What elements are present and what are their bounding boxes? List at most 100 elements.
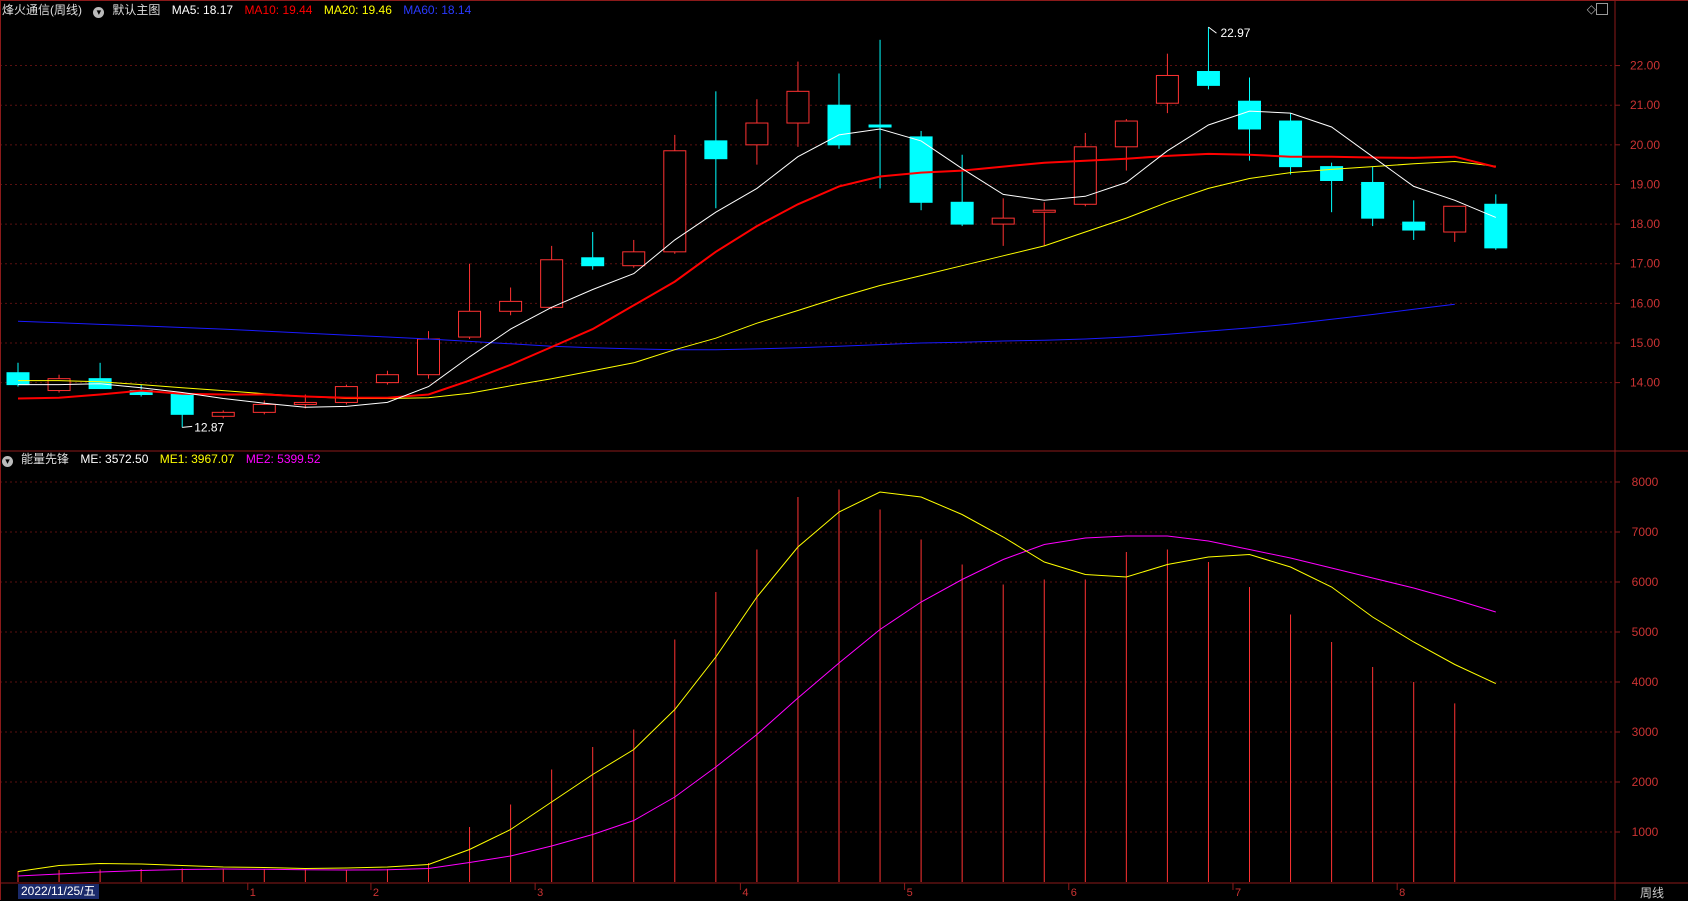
- candle: [1402, 200, 1426, 240]
- candle-body-up: [1073, 146, 1097, 205]
- sub-indicator-header: ▾ 能量先锋 ME: 3572.50 ME1: 3967.07 ME2: 5399…: [2, 451, 329, 467]
- me2-label: ME2: 5399.52: [245, 452, 321, 466]
- candle-body-down: [1238, 100, 1261, 130]
- candle-body-down: [581, 257, 605, 267]
- candle: [211, 410, 235, 419]
- candle-body-down: [704, 140, 728, 160]
- low-marker: [182, 425, 193, 428]
- candle: [47, 374, 71, 393]
- me-label: ME: 3572.50: [80, 452, 149, 466]
- low-annotation: 12.87: [194, 420, 224, 434]
- candle-body-up: [417, 338, 440, 376]
- candle-body-up: [499, 300, 523, 312]
- candle-body-up: [540, 259, 564, 308]
- window-square-icon[interactable]: [1596, 3, 1608, 15]
- candle: [704, 91, 728, 209]
- chart-canvas: 22.97 12.87 14.00 15.00 16.00 17.00 18.00 19.0…: [0, 0, 1688, 900]
- price-tick-label: 16.00: [1630, 296, 1660, 310]
- energy-tick-label: 7000: [1632, 525, 1659, 539]
- candle-body-down: [1279, 120, 1303, 168]
- candle: [375, 370, 399, 385]
- indicator-toggle-icon[interactable]: ▾: [93, 7, 105, 18]
- stock-name: 烽火通信(周线): [2, 3, 83, 17]
- candle: [745, 99, 769, 165]
- candle: [334, 384, 358, 405]
- candle: [827, 73, 851, 149]
- candle: [499, 287, 523, 316]
- candle: [622, 239, 646, 268]
- candle: [909, 130, 933, 211]
- high-annotation: 22.97: [1220, 26, 1250, 40]
- volume-bar-layer: [17, 489, 1456, 882]
- candle: [1114, 119, 1138, 171]
- candle-body-down: [1361, 181, 1385, 219]
- candle-body-up: [745, 122, 769, 146]
- price-tick-label: 20.00: [1630, 138, 1660, 152]
- candle: [1073, 132, 1097, 207]
- energy-tick-label: 8000: [1632, 475, 1659, 489]
- month-tick-label: 4: [742, 887, 748, 899]
- main-indicator-header: 烽火通信(周线) ▾ 默认主图 MA5: 18.17 MA10: 19.44 MA…: [2, 2, 479, 18]
- candle-body-down: [1484, 203, 1508, 249]
- candle: [1443, 205, 1467, 242]
- ma20-line: [18, 160, 1496, 399]
- period-label[interactable]: 周线: [1640, 884, 1664, 901]
- candle-body-up: [334, 386, 358, 403]
- candle: [1361, 166, 1385, 227]
- candle-body-up: [1114, 120, 1138, 148]
- candle-body-up: [293, 401, 317, 405]
- candle: [1279, 113, 1303, 175]
- candle: [950, 154, 974, 227]
- month-tick-label: 8: [1399, 887, 1405, 899]
- candle: [540, 245, 564, 310]
- candle-body-down: [950, 201, 974, 225]
- energy-tick-label: 6000: [1632, 575, 1659, 589]
- candle-body-up: [252, 403, 276, 413]
- candle-body-up: [1155, 74, 1179, 104]
- sub-indicator-toggle-icon[interactable]: ▾: [2, 456, 13, 467]
- candle-body-up: [663, 150, 687, 253]
- month-tick-label: 5: [907, 887, 913, 899]
- candle-body-down: [1196, 71, 1220, 86]
- energy-tick-label: 2000: [1632, 775, 1659, 789]
- energy-tick-label: 1000: [1632, 825, 1659, 839]
- price-tick-label: 15.00: [1630, 336, 1660, 350]
- candle: [170, 392, 194, 428]
- ma10-line: [17, 152, 1497, 400]
- candle-body-up: [786, 90, 810, 124]
- candle-body-down: [170, 394, 194, 415]
- price-tick-label: 17.00: [1630, 257, 1660, 271]
- high-marker: [1208, 26, 1217, 34]
- price-tick-label: 18.00: [1630, 217, 1660, 231]
- candle: [1238, 77, 1261, 161]
- candle-body-up: [211, 411, 235, 417]
- candle-body-up: [622, 251, 646, 267]
- price-tick-label: 21.00: [1630, 98, 1660, 112]
- month-tick-label: 3: [537, 887, 543, 899]
- candle-body-up: [1443, 205, 1467, 233]
- energy-tick-label: 5000: [1632, 625, 1659, 639]
- main-indicator-name[interactable]: 默认主图: [112, 3, 160, 17]
- candle: [1196, 27, 1220, 90]
- month-tick-label: 1: [250, 887, 256, 899]
- month-tick-label: 2: [373, 887, 379, 899]
- ma20-label: MA20: 19.46: [323, 3, 392, 17]
- price-tick-label: 19.00: [1630, 177, 1660, 191]
- month-tick-label: 6: [1071, 887, 1077, 899]
- ma60-label: MA60: 18.14: [403, 3, 472, 17]
- candle-body-down: [1402, 221, 1426, 231]
- candle: [6, 362, 30, 387]
- month-tick-label: 7: [1235, 887, 1241, 899]
- candle-layer: 22.97 12.87: [6, 26, 1508, 434]
- sub-indicator-name[interactable]: 能量先锋: [21, 452, 69, 466]
- candle: [1484, 194, 1508, 250]
- candle-body-up: [375, 374, 399, 384]
- ma10-label: MA10: 19.44: [244, 3, 313, 17]
- me1-label: ME1: 3967.07: [159, 452, 235, 466]
- candle: [581, 232, 605, 270]
- diamond-icon[interactable]: ◇: [1587, 2, 1596, 16]
- candle-body-up: [458, 310, 482, 338]
- candle: [663, 134, 687, 254]
- candle-body-down: [6, 372, 30, 386]
- ma5-label: MA5: 18.17: [171, 3, 234, 17]
